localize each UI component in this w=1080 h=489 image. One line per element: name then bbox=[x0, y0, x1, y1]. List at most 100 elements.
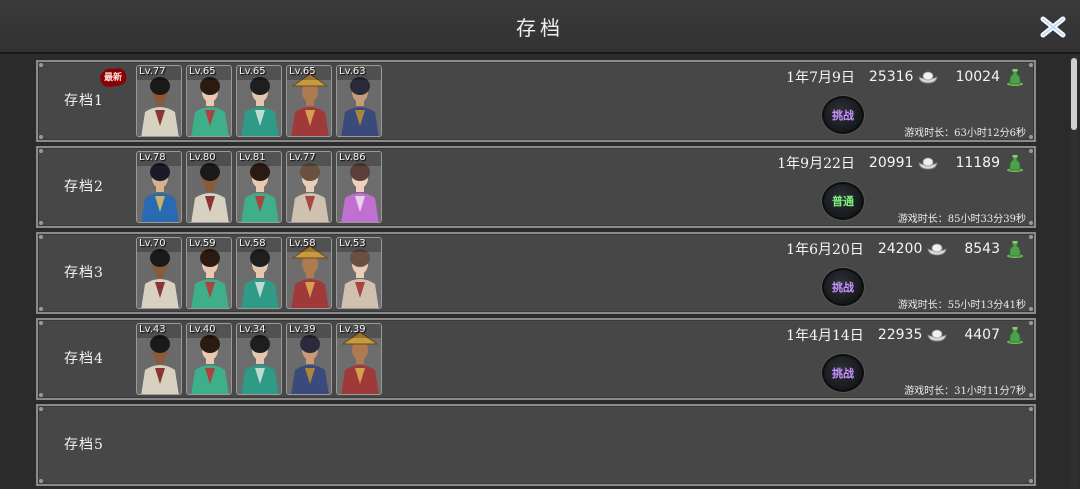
save-slot-name: 存档3 bbox=[64, 265, 104, 281]
character-level: Lv.58 bbox=[289, 238, 316, 249]
character-level: Lv.70 bbox=[139, 238, 166, 249]
character-portrait: Lv.81 bbox=[236, 151, 282, 223]
character-portrait: Lv.40 bbox=[186, 323, 232, 395]
play-time: 游戏时长：31小时11分7秒 bbox=[904, 386, 1026, 397]
save-slot-1[interactable]: 存档1 最新 Lv.77 Lv.65 Lv.65 Lv.65 Lv.63 1年7… bbox=[36, 60, 1036, 142]
character-portrait: Lv.39 bbox=[286, 323, 332, 395]
character-level: Lv.34 bbox=[239, 324, 266, 335]
character-portrait: Lv.39 bbox=[336, 323, 382, 395]
character-portrait: Lv.53 bbox=[336, 237, 382, 309]
character-level: Lv.39 bbox=[339, 324, 366, 335]
save-stats: 1年9月22日 20991 11189 bbox=[777, 152, 1026, 174]
frame-rivet bbox=[1029, 479, 1033, 483]
silver-ingot-icon bbox=[927, 329, 947, 342]
character-portrait: Lv.78 bbox=[136, 151, 182, 223]
close-x-icon bbox=[1040, 16, 1066, 38]
coin-amount: 8543 bbox=[964, 241, 1000, 257]
character-level: Lv.59 bbox=[189, 238, 216, 249]
frame-rivet bbox=[1029, 393, 1033, 397]
coin-jar-icon bbox=[1007, 241, 1023, 258]
challenge-mode-button[interactable]: 挑战 bbox=[822, 354, 864, 392]
character-level: Lv.65 bbox=[289, 66, 316, 77]
character-level: Lv.63 bbox=[339, 66, 366, 77]
silver-amount: 25316 bbox=[868, 69, 914, 85]
frame-rivet bbox=[39, 307, 43, 311]
save-stats: 1年4月14日 22935 4407 bbox=[786, 324, 1026, 346]
character-level: Lv.39 bbox=[289, 324, 316, 335]
save-slot-name: 存档1 bbox=[64, 93, 104, 109]
character-portrait: Lv.58 bbox=[236, 237, 282, 309]
coin-amount: 4407 bbox=[964, 327, 1000, 343]
scrollbar-thumb[interactable] bbox=[1071, 58, 1077, 130]
character-level: Lv.81 bbox=[239, 152, 266, 163]
character-portrait: Lv.65 bbox=[286, 65, 332, 137]
character-portrait: Lv.65 bbox=[236, 65, 282, 137]
coin-jar-icon bbox=[1007, 69, 1023, 86]
silver-amount: 20991 bbox=[868, 155, 914, 171]
character-level: Lv.53 bbox=[339, 238, 366, 249]
save-slot-4[interactable]: 存档4 Lv.43 Lv.40 Lv.34 Lv.39 Lv.39 1年4月14… bbox=[36, 318, 1036, 400]
character-level: Lv.40 bbox=[189, 324, 216, 335]
silver-ingot-icon bbox=[927, 243, 947, 256]
character-portrait: Lv.59 bbox=[186, 237, 232, 309]
silver-amount: 22935 bbox=[877, 327, 923, 343]
character-portrait: Lv.58 bbox=[286, 237, 332, 309]
silver-amount: 24200 bbox=[877, 241, 923, 257]
newest-badge: 最新 bbox=[98, 65, 128, 89]
character-level: Lv.65 bbox=[189, 66, 216, 77]
save-slot-name: 存档2 bbox=[64, 179, 104, 195]
character-portrait: Lv.70 bbox=[136, 237, 182, 309]
character-portrait: Lv.80 bbox=[186, 151, 232, 223]
frame-rivet bbox=[39, 135, 43, 139]
coin-amount: 11189 bbox=[955, 155, 1000, 171]
silver-ingot-icon bbox=[918, 71, 938, 84]
play-time: 游戏时长：85小时33分39秒 bbox=[897, 214, 1026, 225]
game-date: 1年9月22日 bbox=[777, 156, 855, 172]
character-level: Lv.77 bbox=[289, 152, 316, 163]
play-time: 游戏时长：63小时12分6秒 bbox=[904, 128, 1026, 139]
newest-badge-label: 最新 bbox=[103, 73, 122, 83]
character-level: Lv.78 bbox=[139, 152, 166, 163]
coin-jar-icon bbox=[1007, 155, 1023, 172]
challenge-mode-button[interactable]: 挑战 bbox=[822, 268, 864, 306]
character-portrait: Lv.77 bbox=[136, 65, 182, 137]
save-stats: 1年7月9日 25316 10024 bbox=[786, 66, 1026, 88]
frame-rivet bbox=[1029, 135, 1033, 139]
character-level: Lv.43 bbox=[139, 324, 166, 335]
character-level: Lv.65 bbox=[239, 66, 266, 77]
coin-amount: 10024 bbox=[955, 69, 1000, 85]
character-level: Lv.77 bbox=[139, 66, 166, 77]
frame-rivet bbox=[1029, 221, 1033, 225]
save-slot-3[interactable]: 存档3 Lv.70 Lv.59 Lv.58 Lv.58 Lv.53 1年6月20… bbox=[36, 232, 1036, 314]
close-button[interactable] bbox=[1036, 10, 1070, 44]
save-stats: 1年6月20日 24200 8543 bbox=[786, 238, 1026, 260]
frame-rivet bbox=[39, 479, 43, 483]
play-time: 游戏时长：55小时13分41秒 bbox=[897, 300, 1026, 311]
character-level: Lv.58 bbox=[239, 238, 266, 249]
coin-jar-icon bbox=[1007, 327, 1023, 344]
normal-mode-button[interactable]: 普通 bbox=[822, 182, 864, 220]
character-portrait: Lv.34 bbox=[236, 323, 282, 395]
frame-rivet bbox=[39, 393, 43, 397]
save-slot-name: 存档5 bbox=[64, 437, 104, 453]
game-date: 1年7月9日 bbox=[786, 70, 855, 86]
frame-rivet bbox=[39, 221, 43, 225]
save-slot-name: 存档4 bbox=[64, 351, 104, 367]
frame-rivet bbox=[1029, 307, 1033, 311]
save-slot-2[interactable]: 存档2 Lv.78 Lv.80 Lv.81 Lv.77 Lv.86 1年9月22… bbox=[36, 146, 1036, 228]
header-bar: 存档 bbox=[0, 0, 1080, 54]
character-portrait: Lv.65 bbox=[186, 65, 232, 137]
silver-ingot-icon bbox=[918, 157, 938, 170]
scrollbar[interactable] bbox=[1070, 56, 1078, 487]
page-title: 存档 bbox=[516, 16, 564, 40]
save-slot-5[interactable]: 存档5 bbox=[36, 404, 1036, 486]
character-portrait: Lv.43 bbox=[136, 323, 182, 395]
game-date: 1年4月14日 bbox=[786, 328, 864, 344]
character-portrait: Lv.63 bbox=[336, 65, 382, 137]
character-level: Lv.80 bbox=[189, 152, 216, 163]
character-level: Lv.86 bbox=[339, 152, 366, 163]
challenge-mode-button[interactable]: 挑战 bbox=[822, 96, 864, 134]
game-date: 1年6月20日 bbox=[786, 242, 864, 258]
character-portrait: Lv.77 bbox=[286, 151, 332, 223]
character-portrait: Lv.86 bbox=[336, 151, 382, 223]
